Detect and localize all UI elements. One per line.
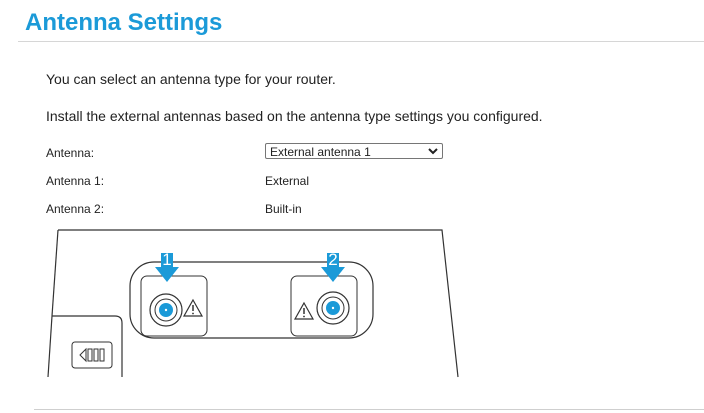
page-title: Antenna Settings <box>25 9 223 36</box>
chevron-down-icon <box>428 145 438 160</box>
antenna-select[interactable]: External antenna 1 <box>265 143 443 159</box>
antenna-label: Antenna: <box>46 146 95 160</box>
bottom-divider <box>34 409 704 410</box>
antenna-port-2 <box>290 275 358 337</box>
antenna2-label: Antenna 2: <box>46 202 105 216</box>
port-2-number: 2 <box>328 250 337 269</box>
intro-text-2: Install the external antennas based on t… <box>46 108 543 124</box>
intro-text-1: You can select an antenna type for your … <box>46 71 336 87</box>
title-divider <box>18 41 704 42</box>
antenna-select-value: External antenna 1 <box>270 145 371 159</box>
antenna1-label: Antenna 1: <box>46 174 105 188</box>
antenna-port-diagram: 1 2 <box>47 229 459 378</box>
led-indicator-icon <box>71 341 113 369</box>
antenna2-value: Built-in <box>265 202 302 216</box>
port-1-number: 1 <box>162 250 171 269</box>
antenna1-value: External <box>265 174 310 188</box>
antenna-port-1 <box>140 275 208 337</box>
